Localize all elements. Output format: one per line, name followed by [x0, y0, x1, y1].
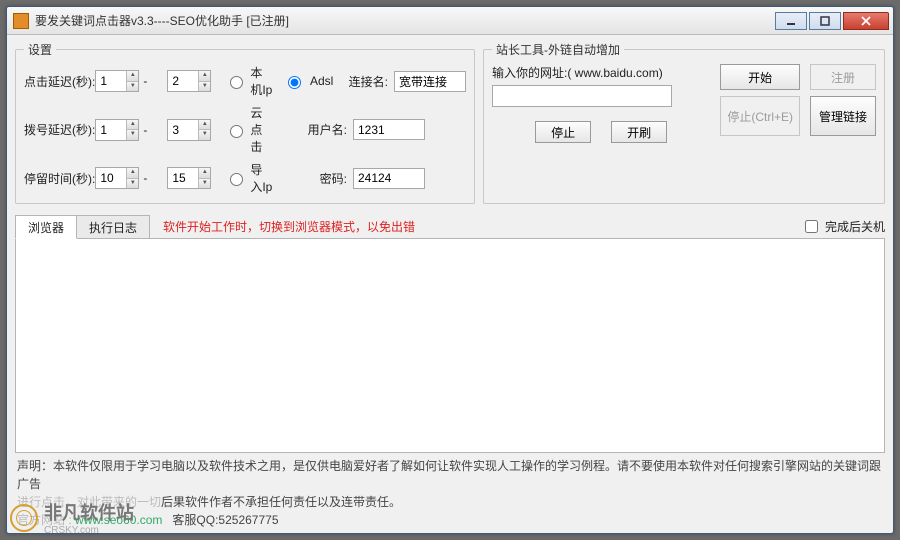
tab-browser[interactable]: 浏览器	[15, 215, 77, 239]
spin-up-icon[interactable]: ▲	[126, 71, 138, 82]
close-button[interactable]	[843, 12, 889, 30]
start-button[interactable]: 开始	[720, 64, 800, 90]
radio-cloud-click[interactable]	[230, 125, 243, 138]
window-buttons	[775, 12, 889, 30]
browser-pane	[15, 238, 885, 453]
tab-hint: 软件开始工作时，切换到浏览器模式，以免出错	[163, 218, 415, 235]
dial-delay-label: 拨号延迟(秒):	[24, 121, 95, 138]
connection-name-input[interactable]	[394, 71, 466, 92]
maximize-button[interactable]	[809, 12, 841, 30]
dial-delay-max[interactable]: ▲▼	[167, 119, 211, 141]
footer: 声明：本软件仅限用于学习电脑以及软件技术之用，是仅供电脑爱好者了解如何让软件实现…	[15, 453, 885, 529]
url-input[interactable]	[492, 85, 672, 107]
stay-time-label: 停留时间(秒):	[24, 170, 95, 187]
click-delay-min[interactable]: ▲▼	[95, 70, 139, 92]
settings-group: 设置 点击延迟(秒): ▲▼ - ▲▼ 本机Ip Adsl 连接名: 拨号延迟(…	[15, 41, 475, 204]
shutdown-checkbox-row[interactable]: 完成后关机	[801, 217, 885, 236]
tabs-row: 浏览器 执行日志 软件开始工作时，切换到浏览器模式，以免出错 完成后关机	[15, 214, 885, 238]
radio-adsl[interactable]	[288, 76, 301, 89]
site-link[interactable]: www.seo60.com	[75, 513, 162, 527]
password-input[interactable]	[353, 168, 425, 189]
click-delay-max[interactable]: ▲▼	[167, 70, 211, 92]
dial-delay-min[interactable]: ▲▼	[95, 119, 139, 141]
stay-time-max[interactable]: ▲▼	[167, 167, 211, 189]
url-label: 输入你的网址:( www.baidu.com)	[492, 64, 710, 81]
app-window: 要发关键词点击器v3.3----SEO优化助手 [已注册] 设置 点击延迟(秒)…	[6, 6, 894, 534]
tools-legend: 站长工具-外链自动增加	[492, 41, 624, 58]
manage-links-button[interactable]: 管理链接	[810, 96, 876, 136]
tab-log[interactable]: 执行日志	[76, 215, 150, 239]
disclaimer-2-dim: 进行点击，对此带来的一切	[17, 495, 161, 509]
stop-ctrl-button[interactable]: 停止(Ctrl+E)	[720, 96, 800, 136]
titlebar: 要发关键词点击器v3.3----SEO优化助手 [已注册]	[7, 7, 893, 35]
disclaimer-1: 声明：本软件仅限用于学习电脑以及软件技术之用，是仅供电脑爱好者了解如何让软件实现…	[17, 457, 883, 493]
minimize-button[interactable]	[775, 12, 807, 30]
click-delay-label: 点击延迟(秒):	[24, 73, 95, 90]
window-title: 要发关键词点击器v3.3----SEO优化助手 [已注册]	[35, 12, 775, 29]
app-icon	[13, 13, 29, 29]
client-area: 设置 点击延迟(秒): ▲▼ - ▲▼ 本机Ip Adsl 连接名: 拨号延迟(…	[7, 35, 893, 533]
spin-down-icon[interactable]: ▼	[126, 82, 138, 92]
site-label: 官方网站	[17, 513, 65, 527]
tools-group: 站长工具-外链自动增加 输入你的网址:( www.baidu.com) 停止 开…	[483, 41, 885, 204]
register-button[interactable]: 注册	[810, 64, 876, 90]
radio-import-ip[interactable]	[230, 173, 243, 186]
shutdown-checkbox[interactable]	[805, 220, 818, 233]
stop-button[interactable]: 停止	[535, 121, 591, 143]
disclaimer-2: 后果软件作者不承担任何责任以及连带责任。	[161, 495, 401, 509]
username-input[interactable]	[353, 119, 425, 140]
stay-time-min[interactable]: ▲▼	[95, 167, 139, 189]
qq-label: 客服QQ:525267775	[172, 513, 278, 527]
settings-legend: 设置	[24, 41, 56, 58]
refresh-button[interactable]: 开刷	[611, 121, 667, 143]
radio-local-ip[interactable]	[230, 76, 243, 89]
